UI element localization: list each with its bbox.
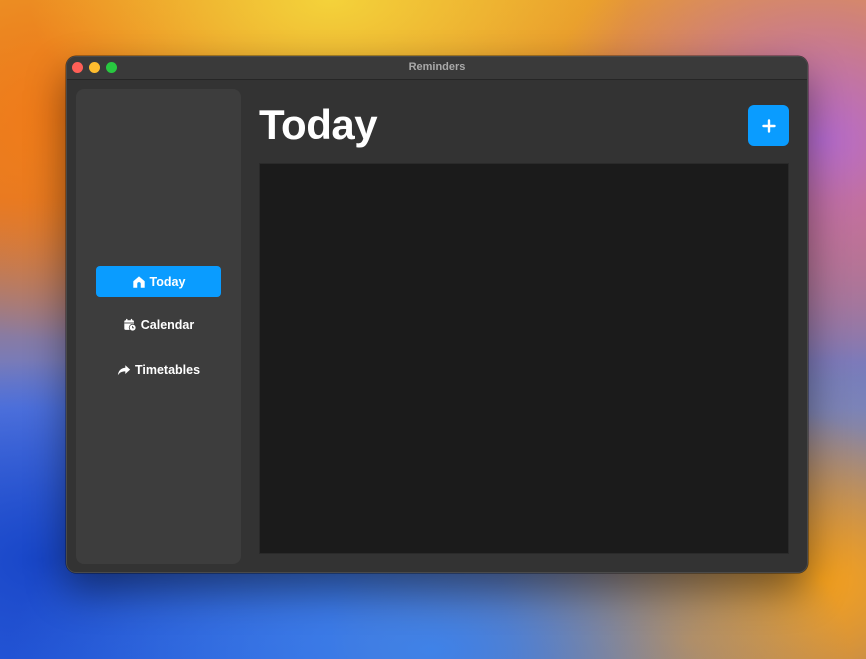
add-reminder-button[interactable] [748,105,789,146]
sidebar-item-label: Today [149,274,186,289]
house-icon [132,275,146,289]
sidebar-item-calendar[interactable]: Calendar [96,309,221,340]
sidebar-item-today[interactable]: Today [96,266,221,297]
sidebar-item-label: Calendar [140,317,195,332]
sidebar-item-timetables[interactable]: Timetables [96,354,221,385]
calendar-clock-icon [123,318,137,332]
page-title: Today [259,101,378,148]
app-window: Reminders Today Calendar Timetables Toda… [66,56,808,573]
reminders-list-area[interactable] [259,163,789,554]
window-title: Reminders [408,61,466,73]
sidebar: Today Calendar Timetables [76,89,241,564]
plus-icon [761,118,776,133]
share-arrow-icon [117,363,131,377]
title-bar[interactable]: Reminders [67,57,807,80]
sidebar-item-label: Timetables [134,362,201,377]
